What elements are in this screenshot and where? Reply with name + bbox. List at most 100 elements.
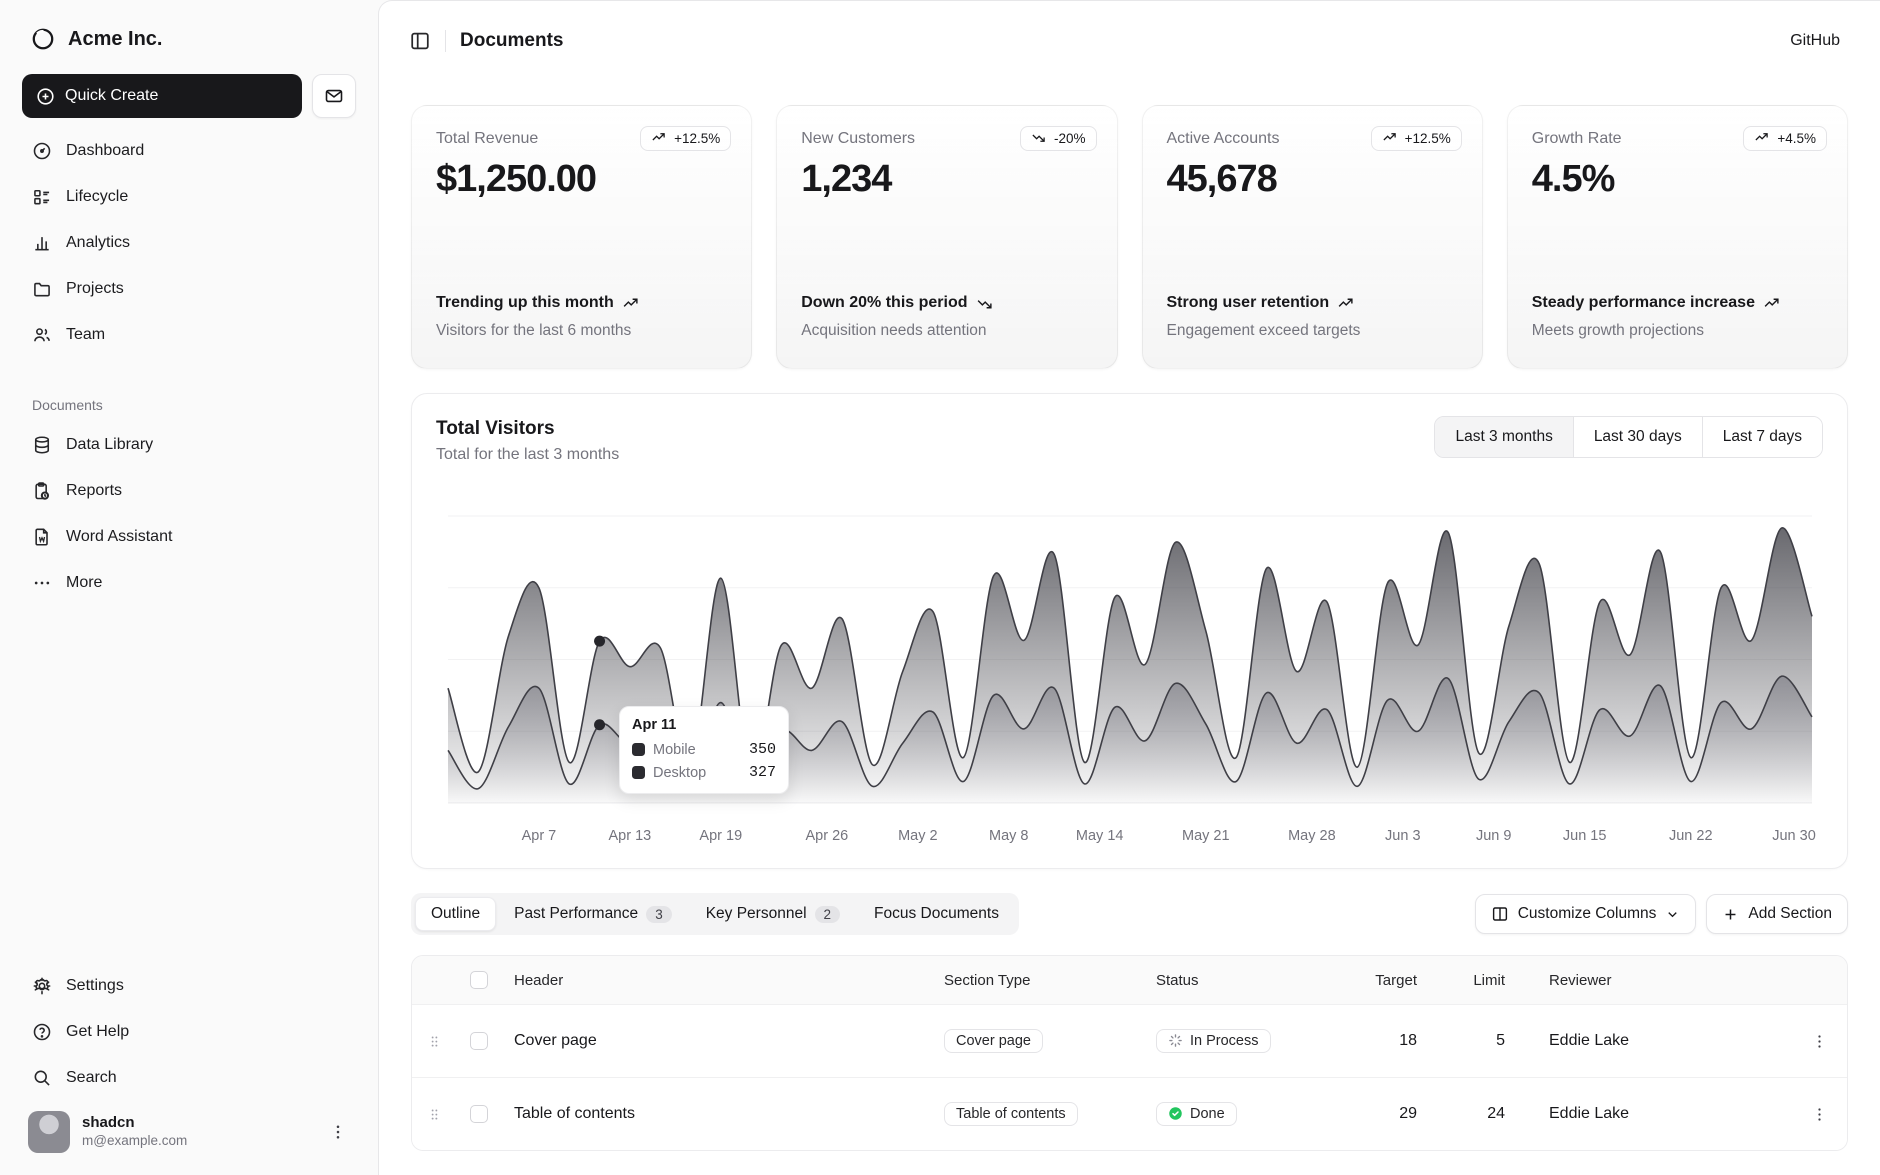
database-icon	[32, 435, 52, 455]
page-title: Documents	[460, 30, 563, 52]
row-limit-cell[interactable]: 24	[1441, 1105, 1529, 1123]
table-row[interactable]: Table of contents Table of contents Done…	[412, 1077, 1847, 1150]
table-header-row: Header Section Type Status Target Limit …	[412, 956, 1847, 1004]
range-last-3-months[interactable]: Last 3 months	[1435, 417, 1572, 457]
stat-card-growth-rate: Growth Rate +4.5% 4.5% Steady performanc…	[1507, 105, 1848, 369]
stat-card-new-customers: New Customers -20% 1,234 Down 20% this p…	[776, 105, 1117, 369]
stat-subline: Acquisition needs attention	[801, 322, 1092, 340]
github-link[interactable]: GitHub	[1790, 32, 1840, 50]
sidebar-item-search[interactable]: Search	[20, 1055, 358, 1101]
sidebar-item-team[interactable]: Team	[20, 312, 358, 358]
range-last-7-days[interactable]: Last 7 days	[1702, 417, 1822, 457]
tab-label: Key Personnel	[706, 905, 807, 923]
tab-count-badge: 3	[646, 906, 672, 923]
stat-subline: Engagement exceed targets	[1167, 322, 1458, 340]
row-kebab-icon[interactable]	[1791, 1106, 1847, 1123]
row-target-cell[interactable]: 18	[1349, 1032, 1441, 1050]
row-header-cell[interactable]: Cover page	[500, 1032, 916, 1050]
search-icon	[32, 1068, 52, 1088]
sidebar-toggle-icon[interactable]	[409, 30, 431, 52]
table-row[interactable]: Cover page Cover page In Process 18 5 Ed…	[412, 1004, 1847, 1077]
brand[interactable]: Acme Inc.	[20, 18, 358, 60]
drag-handle-icon[interactable]	[412, 1034, 456, 1049]
select-all-checkbox[interactable]	[470, 971, 488, 989]
sidebar-item-more[interactable]: More	[20, 560, 358, 606]
stat-footer: Trending up this month Visitors for the …	[436, 292, 727, 340]
sidebar-item-label: More	[66, 574, 102, 592]
trend-badge: -20%	[1020, 126, 1097, 151]
sidebar-item-label: Data Library	[66, 436, 153, 454]
folder-icon	[32, 279, 52, 299]
sidebar-item-word-assistant[interactable]: Word Assistant	[20, 514, 358, 560]
tab-key-personnel[interactable]: Key Personnel2	[690, 897, 856, 931]
time-range-toggle: Last 3 months Last 30 days Last 7 days	[1434, 416, 1823, 458]
stat-card-active-accounts: Active Accounts +12.5% 45,678 Strong use…	[1142, 105, 1483, 369]
trending-down-icon	[1031, 130, 1048, 147]
chart-plot-area[interactable]: Apr 7Apr 13Apr 19Apr 26May 2May 8May 14M…	[412, 508, 1847, 854]
customize-columns-button[interactable]: Customize Columns	[1475, 894, 1697, 934]
stat-value: $1,250.00	[436, 158, 727, 201]
x-axis-tick: May 14	[1076, 828, 1124, 844]
sidebar-item-reports[interactable]: Reports	[20, 468, 358, 514]
ring-logo-icon	[30, 26, 56, 52]
stat-footer: Strong user retention Engagement exceed …	[1167, 292, 1458, 340]
user-menu[interactable]: shadcn m@example.com	[20, 1101, 358, 1157]
tab-label: Outline	[431, 905, 480, 923]
add-section-button[interactable]: Add Section	[1706, 894, 1848, 934]
user-email: m@example.com	[82, 1133, 314, 1150]
trending-up-icon	[651, 130, 668, 147]
x-axis-tick: Jun 22	[1669, 828, 1713, 844]
trend-badge: +12.5%	[1371, 126, 1462, 151]
status-badge: In Process	[1156, 1029, 1271, 1053]
sidebar-item-projects[interactable]: Projects	[20, 266, 358, 312]
row-reviewer-cell[interactable]: Eddie Lake	[1529, 1105, 1791, 1123]
main-panel: Documents GitHub Total Revenue +12.5% $1…	[378, 0, 1880, 1175]
sidebar-item-data-library[interactable]: Data Library	[20, 422, 358, 468]
sidebar-item-get-help[interactable]: Get Help	[20, 1009, 358, 1055]
stat-footline: Strong user retention	[1167, 292, 1330, 314]
trend-badge: +4.5%	[1743, 126, 1827, 151]
topbar-divider	[445, 30, 446, 52]
x-axis-tick: Jun 3	[1385, 828, 1420, 844]
sidebar-item-dashboard[interactable]: Dashboard	[20, 128, 358, 174]
row-checkbox[interactable]	[470, 1105, 488, 1123]
quick-create-button[interactable]: Quick Create	[22, 74, 302, 118]
row-limit-cell[interactable]: 5	[1441, 1032, 1529, 1050]
sidebar-item-label: Word Assistant	[66, 528, 172, 546]
sidebar-item-label: Analytics	[66, 234, 130, 252]
sidebar-item-lifecycle[interactable]: Lifecycle	[20, 174, 358, 220]
sidebar-item-analytics[interactable]: Analytics	[20, 220, 358, 266]
stat-subline: Visitors for the last 6 months	[436, 322, 727, 340]
section-type-badge: Cover page	[944, 1029, 1043, 1053]
active-point-desktop	[594, 719, 605, 730]
sidebar-item-settings[interactable]: Settings	[20, 963, 358, 1009]
list-toolbar: Outline Past Performance3 Key Personnel2…	[411, 893, 1848, 935]
check-circle-icon	[1168, 1106, 1183, 1121]
trend-badge: +12.5%	[640, 126, 731, 151]
trend-badge-value: +4.5%	[1777, 131, 1816, 146]
tooltip-date: Apr 11	[632, 717, 776, 733]
tooltip-row-desktop: Desktop 327	[632, 764, 776, 781]
user-kebab-icon[interactable]	[326, 1123, 350, 1141]
row-header-cell[interactable]: Table of contents	[500, 1105, 916, 1123]
mail-button[interactable]	[312, 74, 356, 118]
row-checkbox[interactable]	[470, 1032, 488, 1050]
row-status-cell: In Process	[1141, 1029, 1349, 1054]
x-axis-tick: May 2	[898, 828, 938, 844]
x-axis-tick: Apr 26	[806, 828, 849, 844]
trend-badge-value: +12.5%	[1405, 131, 1451, 146]
tab-outline[interactable]: Outline	[415, 897, 496, 931]
tooltip-series-label: Desktop	[653, 765, 741, 781]
row-reviewer-cell[interactable]: Eddie Lake	[1529, 1032, 1791, 1050]
stat-footline: Trending up this month	[436, 292, 614, 314]
tab-focus-documents[interactable]: Focus Documents	[858, 897, 1015, 931]
trending-up-icon	[1763, 295, 1780, 312]
range-last-30-days[interactable]: Last 30 days	[1573, 417, 1702, 457]
documents-section-label: Documents	[20, 388, 358, 422]
tab-past-performance[interactable]: Past Performance3	[498, 897, 688, 931]
drag-handle-icon[interactable]	[412, 1107, 456, 1122]
row-kebab-icon[interactable]	[1791, 1033, 1847, 1050]
add-section-label: Add Section	[1748, 905, 1832, 923]
x-axis-tick: Jun 9	[1476, 828, 1511, 844]
row-target-cell[interactable]: 29	[1349, 1105, 1441, 1123]
